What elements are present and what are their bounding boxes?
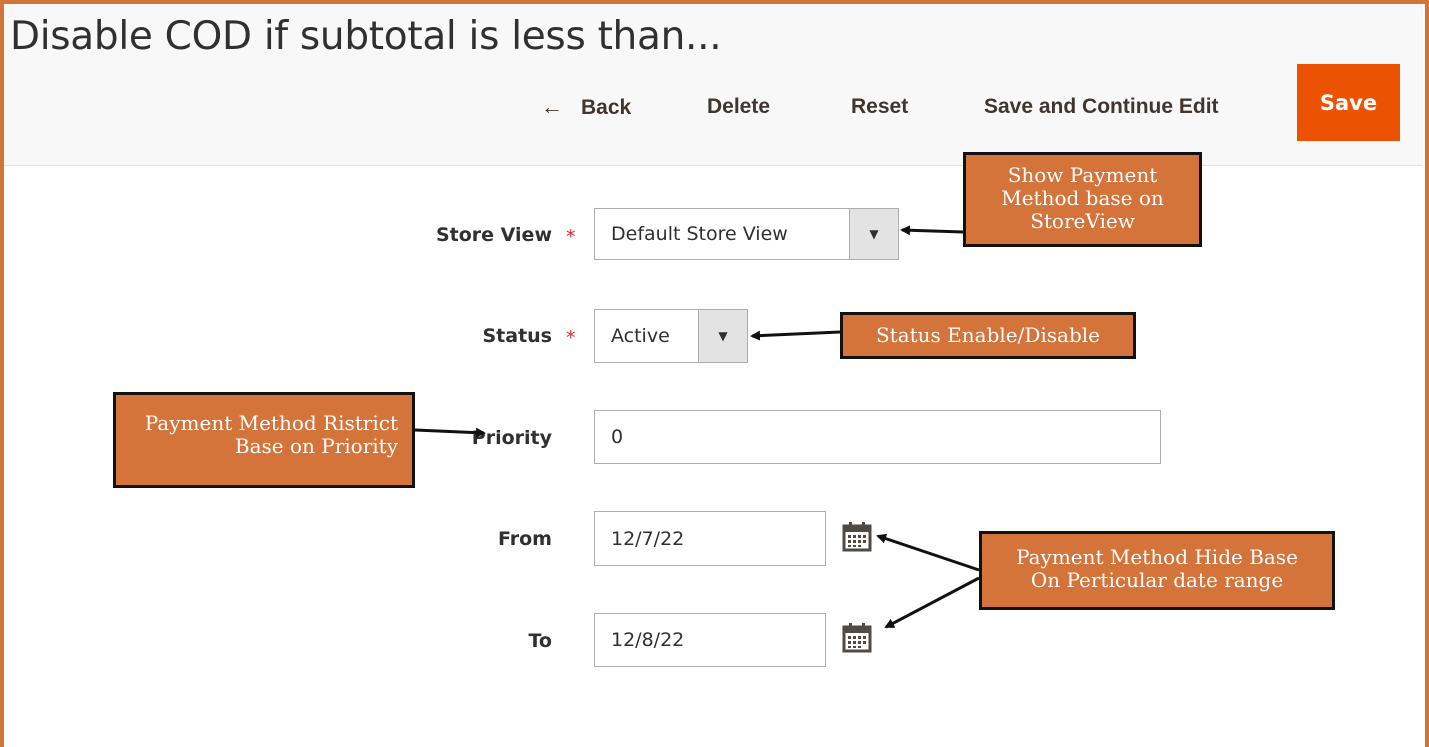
back-button-label: Back [581, 96, 632, 119]
callout-status: Status Enable/Disable [840, 312, 1136, 359]
to-label: To [528, 630, 553, 652]
status-select[interactable]: Active ▼ [594, 309, 748, 363]
status-label: Status [482, 325, 552, 347]
page-header: Disable COD if subtotal is less than... … [4, 4, 1423, 166]
reset-button[interactable]: Reset [851, 88, 908, 126]
callout-date-range: Payment Method Hide Base On Perticular d… [979, 531, 1335, 610]
back-button[interactable]: ← Back [541, 88, 631, 126]
calendar-icon[interactable] [841, 621, 875, 655]
chevron-down-icon: ▼ [698, 310, 747, 362]
delete-button[interactable]: Delete [707, 88, 770, 126]
callout-store-view: Show Payment Method base on StoreView [963, 152, 1202, 247]
store-view-select-value: Default Store View [611, 223, 788, 245]
status-select-value: Active [611, 325, 670, 347]
calendar-icon[interactable] [841, 520, 875, 554]
to-date-input[interactable]: 12/8/22 [594, 613, 826, 667]
page-title: Disable COD if subtotal is less than... [10, 14, 722, 59]
chevron-down-icon: ▼ [849, 209, 898, 259]
store-view-required-mark: * [566, 226, 576, 248]
status-required-mark: * [566, 327, 576, 349]
save-button[interactable]: Save [1297, 64, 1400, 141]
from-date-input[interactable]: 12/7/22 [594, 511, 826, 566]
store-view-select[interactable]: Default Store View ▼ [594, 208, 899, 260]
priority-input[interactable]: 0 [594, 410, 1161, 464]
store-view-label: Store View [435, 224, 552, 246]
callout-priority: Payment Method Ristrict Base on Priority [113, 392, 415, 488]
arrow-left-icon: ← [541, 94, 563, 119]
priority-input-value: 0 [611, 426, 624, 448]
from-label: From [498, 528, 552, 550]
from-date-value: 12/7/22 [611, 527, 685, 550]
to-date-value: 12/8/22 [611, 629, 685, 651]
save-and-continue-button[interactable]: Save and Continue Edit [984, 88, 1219, 126]
